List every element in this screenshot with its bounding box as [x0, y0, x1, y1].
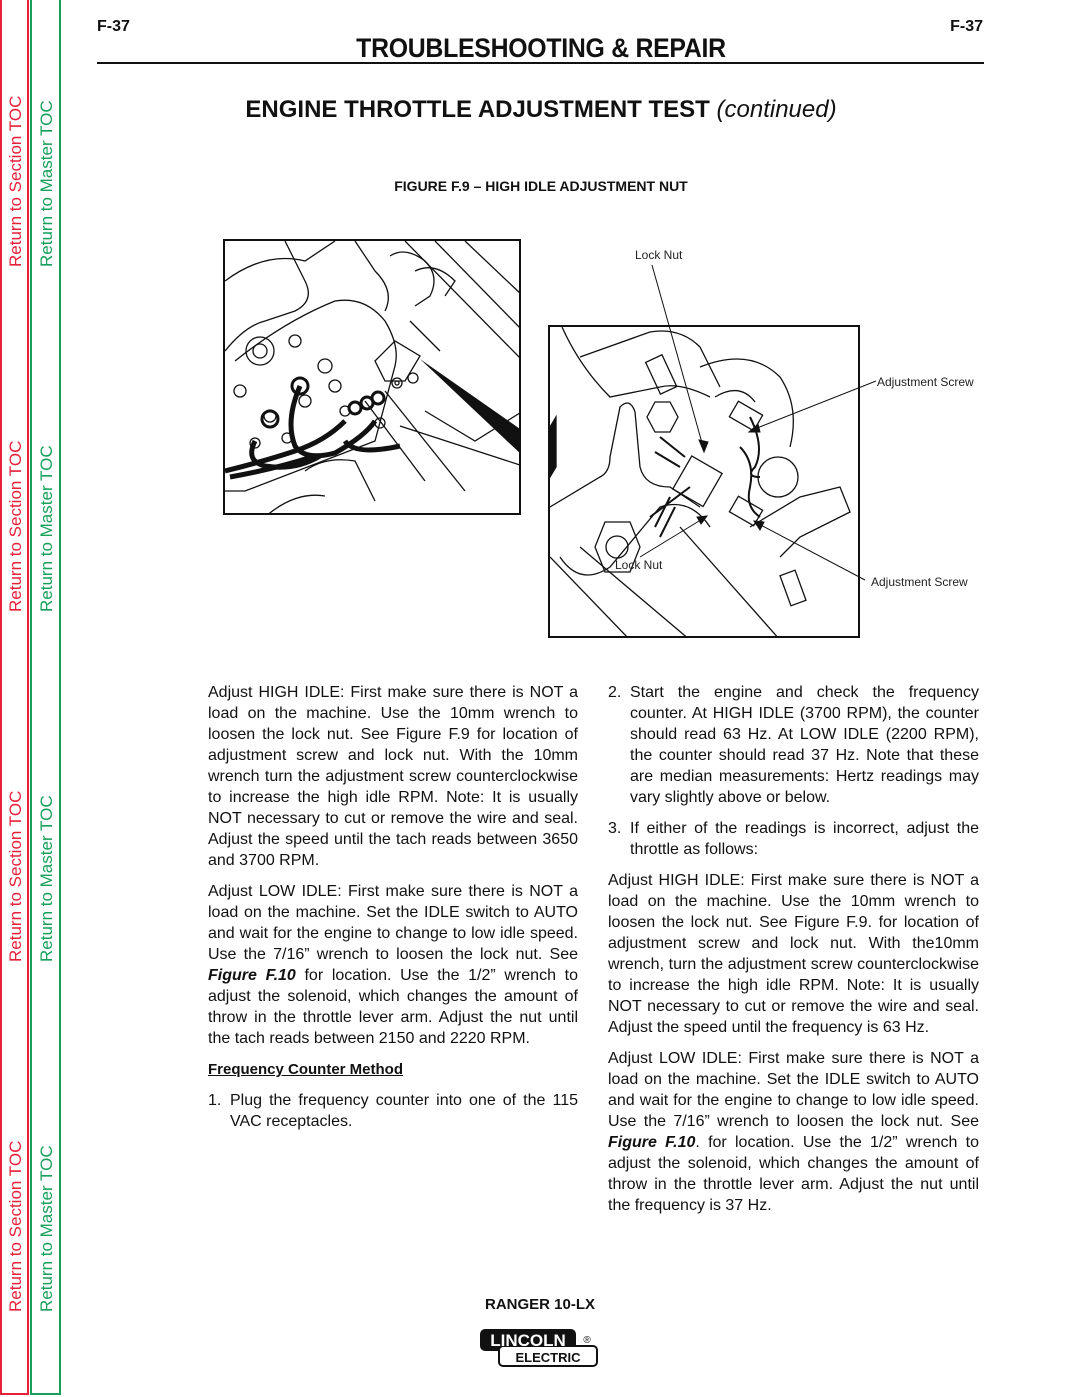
right-high-idle-paragraph: Adjust HIGH IDLE: First make sure there … — [608, 872, 979, 1036]
list-number: 3. — [608, 820, 622, 837]
callout-lock-nut-bottom: Lock Nut — [615, 558, 663, 572]
right-low-idle-text-a: Adjust LOW IDLE: First make sure there i… — [608, 1050, 979, 1130]
callout-leaders — [639, 264, 877, 581]
list-item: 1. Plug the frequency counter into one o… — [208, 1090, 578, 1132]
lock-nut-bottom-arrowhead — [696, 515, 709, 525]
list-item: 2. Start the engine and check the freque… — [608, 682, 979, 808]
left-low-idle-paragraph: Adjust LOW IDLE: First make sure there i… — [208, 881, 578, 1049]
adjustment-screw-top-arrowhead — [747, 423, 761, 433]
return-to-section-toc-link[interactable]: Return to Section TOC — [6, 1141, 26, 1312]
list-text: Plug the frequency counter into one of t… — [230, 1092, 578, 1130]
adjustment-screw-top-leader — [751, 380, 877, 431]
return-to-master-toc-link[interactable]: Return to Master TOC — [37, 1145, 57, 1312]
list-number: 2. — [608, 684, 622, 701]
registered-mark-icon: ® — [583, 1335, 591, 1346]
right-low-idle-paragraph: Adjust LOW IDLE: First make sure there i… — [608, 1048, 979, 1216]
list-text: Start the engine and check the frequency… — [630, 684, 979, 806]
callout-lock-nut-top: Lock Nut — [635, 248, 683, 262]
figure-f10-reference: Figure F.10 — [208, 967, 296, 984]
left-column: Adjust HIGH IDLE: First make sure there … — [208, 682, 578, 1142]
list-text: If either of the readings is incorrect, … — [630, 820, 979, 858]
figure-f10-reference: Figure F.10 — [608, 1134, 696, 1151]
callout-adjustment-screw-bottom: Adjustment Screw — [871, 575, 968, 589]
right-column: 2. Start the engine and check the freque… — [608, 682, 979, 1226]
list-number: 1. — [208, 1092, 222, 1109]
logo-top-text: LINCOLN — [490, 1331, 566, 1350]
lock-nut-bottom-leader — [639, 517, 705, 558]
model-name: RANGER 10-LX — [484, 1296, 596, 1313]
logo-shape: LINCOLN ELECTRIC ® — [480, 1329, 598, 1367]
lock-nut-top-leader — [651, 264, 705, 451]
logo-bottom-text: ELECTRIC — [516, 1350, 582, 1365]
lincoln-electric-logo: LINCOLN ELECTRIC ® — [479, 1328, 599, 1368]
list-item: 3. If either of the readings is incorrec… — [608, 818, 979, 860]
adjustment-screw-bottom-arrowhead — [752, 520, 765, 531]
lock-nut-top-arrowhead — [698, 439, 709, 454]
return-to-section-toc-link[interactable]: Return to Section TOC — [6, 791, 26, 962]
return-to-master-toc-link[interactable]: Return to Master TOC — [37, 795, 57, 962]
left-high-idle-paragraph: Adjust HIGH IDLE: First make sure there … — [208, 684, 578, 869]
callout-adjustment-screw-top: Adjustment Screw — [877, 375, 974, 389]
left-low-idle-text-a: Adjust LOW IDLE: First make sure there i… — [208, 883, 578, 963]
adjustment-screw-bottom-leader — [756, 522, 866, 581]
frequency-counter-heading: Frequency Counter Method — [208, 1061, 404, 1078]
